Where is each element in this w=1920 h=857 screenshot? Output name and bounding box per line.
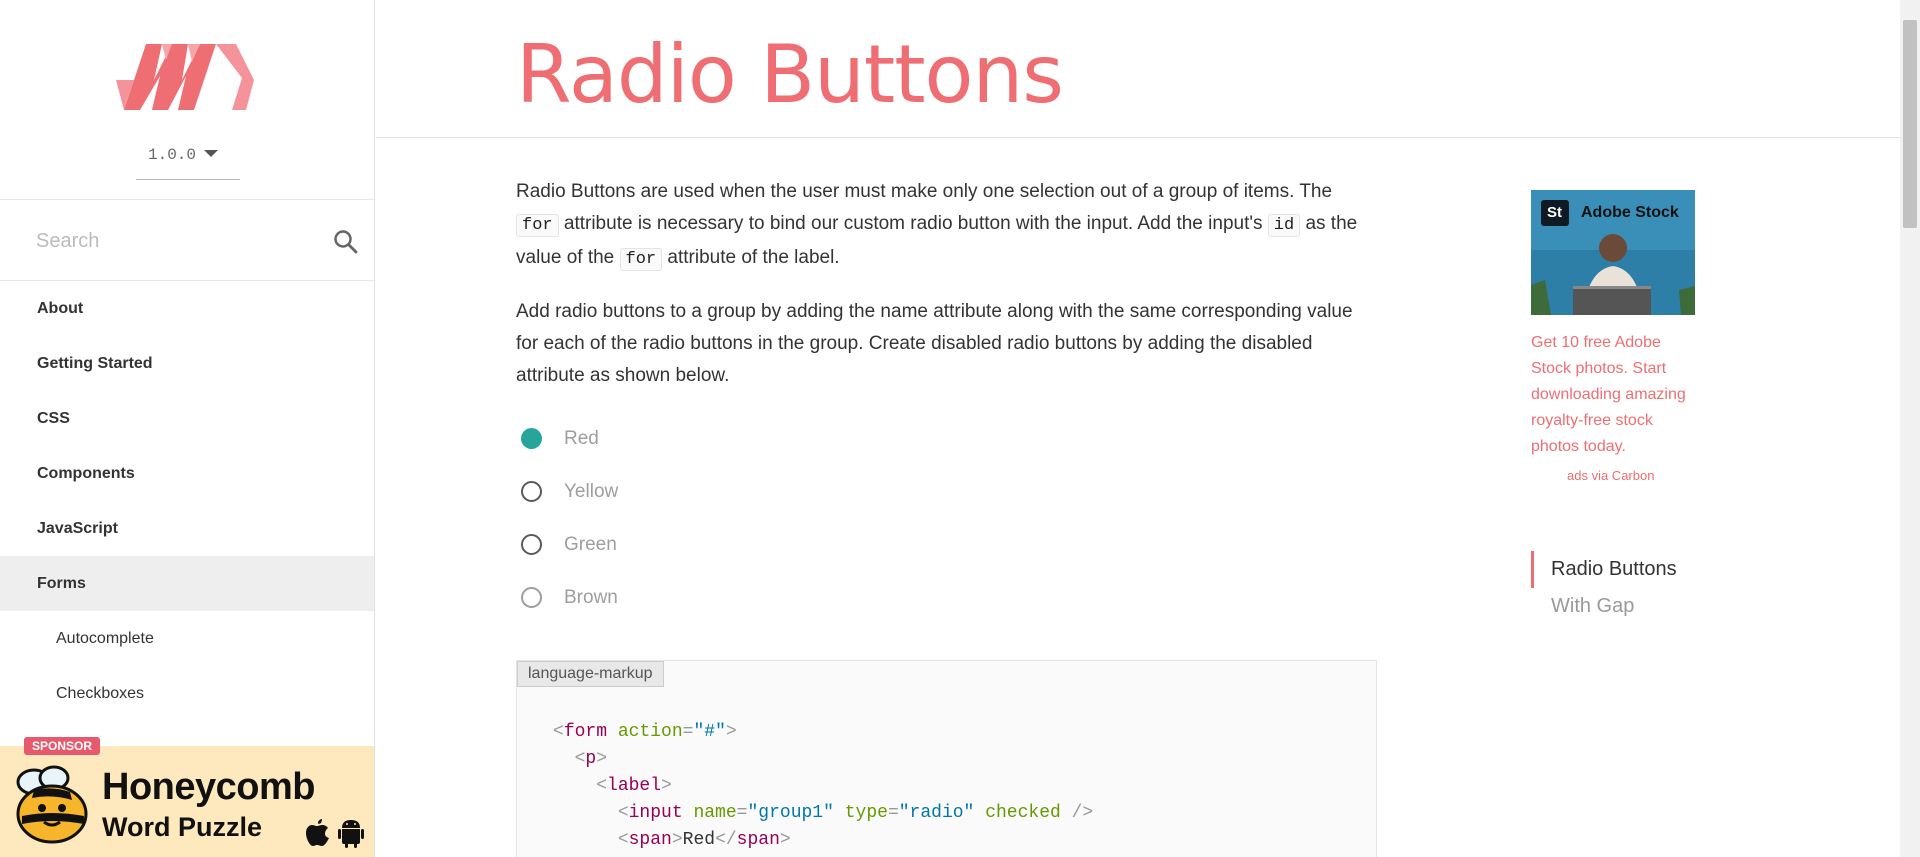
page-title: Radio Buttons (516, 28, 1064, 121)
code-language-label: language-markup (517, 661, 664, 687)
code-token: form (563, 722, 608, 742)
sidebar-subitem-autocomplete[interactable]: Autocomplete (0, 611, 374, 666)
sponsor-banner[interactable]: SPONSOR Honeycomb Word Puzzle (0, 737, 374, 857)
search-input[interactable] (36, 220, 306, 262)
table-of-contents: Radio Buttons With Gap (1531, 551, 1677, 625)
code-for-2: for (619, 248, 663, 271)
radio-unchecked-icon[interactable] (521, 534, 542, 555)
radio-label[interactable]: Yellow (564, 476, 618, 508)
intro-text-4: attribute of the label. (662, 247, 840, 268)
version-value: 1.0.0 (148, 146, 197, 164)
code-content: <form action="#"> <p> <label> <input nam… (553, 722, 1094, 850)
code-token: "radio" (898, 803, 975, 823)
scrollbar[interactable] (1900, 0, 1920, 857)
code-for: for (516, 214, 559, 237)
code-token: name (693, 803, 737, 823)
code-token: p (585, 749, 597, 769)
version-select[interactable]: 1.0.0 (136, 136, 240, 180)
main-content: Radio Buttons are used when the user mus… (516, 176, 1376, 624)
android-icon (338, 820, 364, 848)
sponsor-badge: SPONSOR (24, 737, 101, 755)
code-id: id (1267, 214, 1301, 237)
sponsor-subtitle: Word Puzzle (102, 812, 263, 842)
code-token: span (628, 830, 672, 850)
sidebar-item-css[interactable]: CSS (0, 391, 374, 446)
radio-group: Red Yellow Green Brown (516, 412, 1376, 624)
intro-text-2: attribute is necessary to bind our custo… (558, 213, 1268, 234)
search-row (0, 200, 374, 281)
sidebar-item-forms[interactable]: Forms (0, 556, 374, 611)
code-token: "group1" (747, 803, 834, 823)
code-block: language-markup <form action="#"> <p> <l… (516, 660, 1377, 857)
radio-option-red[interactable]: Red (516, 412, 1376, 465)
sidebar-item-javascript[interactable]: JavaScript (0, 501, 374, 556)
code-token: input (628, 803, 683, 823)
radio-option-green[interactable]: Green (516, 518, 1376, 571)
ad-image[interactable]: St Adobe Stock (1531, 190, 1695, 315)
sidebar: 1.0.0 About Getting Started CSS Componen… (0, 0, 375, 857)
toc-item-with-gap[interactable]: With Gap (1531, 588, 1677, 625)
code-token: type (844, 803, 888, 823)
code-token: span (736, 830, 780, 850)
radio-label[interactable]: Green (564, 529, 617, 561)
scrollbar-thumb[interactable] (1903, 20, 1917, 228)
search-icon[interactable] (333, 229, 359, 255)
sidebar-nav: About Getting Started CSS Components Jav… (0, 281, 374, 721)
ad-via-carbon[interactable]: ads via Carbon (1567, 468, 1654, 483)
logo-area: 1.0.0 (0, 0, 374, 200)
radio-option-brown: Brown (516, 571, 1376, 624)
page-header: Radio Buttons (376, 0, 1902, 138)
sidebar-item-about[interactable]: About (0, 281, 374, 336)
ad-brand: Adobe Stock (1581, 204, 1679, 221)
code-token: label (607, 776, 662, 796)
sidebar-item-components[interactable]: Components (0, 446, 374, 501)
code-token: "#" (693, 722, 726, 742)
toc-item-radio-buttons[interactable]: Radio Buttons (1531, 551, 1677, 588)
radio-label[interactable]: Red (564, 423, 599, 455)
radio-disabled-icon (521, 587, 542, 608)
intro-paragraph: Radio Buttons are used when the user mus… (516, 176, 1376, 276)
sponsor-title: Honeycomb (102, 766, 315, 808)
chevron-down-icon (204, 150, 218, 157)
radio-checked-icon[interactable] (521, 428, 542, 449)
code-token: checked (985, 803, 1061, 823)
materialize-logo[interactable] (116, 40, 254, 112)
group-paragraph: Add radio buttons to a group by adding t… (516, 301, 1353, 386)
adobe-stock-icon: St (1547, 204, 1562, 221)
radio-label: Brown (564, 586, 618, 608)
sidebar-item-getting-started[interactable]: Getting Started (0, 336, 374, 391)
sidebar-subitem-checkboxes[interactable]: Checkboxes (0, 666, 374, 721)
bee-icon (16, 765, 88, 844)
apple-icon (306, 819, 329, 846)
ad-text[interactable]: Get 10 free Adobe Stock photos. Start do… (1531, 330, 1701, 460)
code-token: Red (682, 830, 716, 850)
code-token: action (617, 722, 683, 742)
intro-text-1: Radio Buttons are used when the user mus… (516, 181, 1333, 202)
radio-option-yellow[interactable]: Yellow (516, 465, 1376, 518)
radio-unchecked-icon[interactable] (521, 481, 542, 502)
